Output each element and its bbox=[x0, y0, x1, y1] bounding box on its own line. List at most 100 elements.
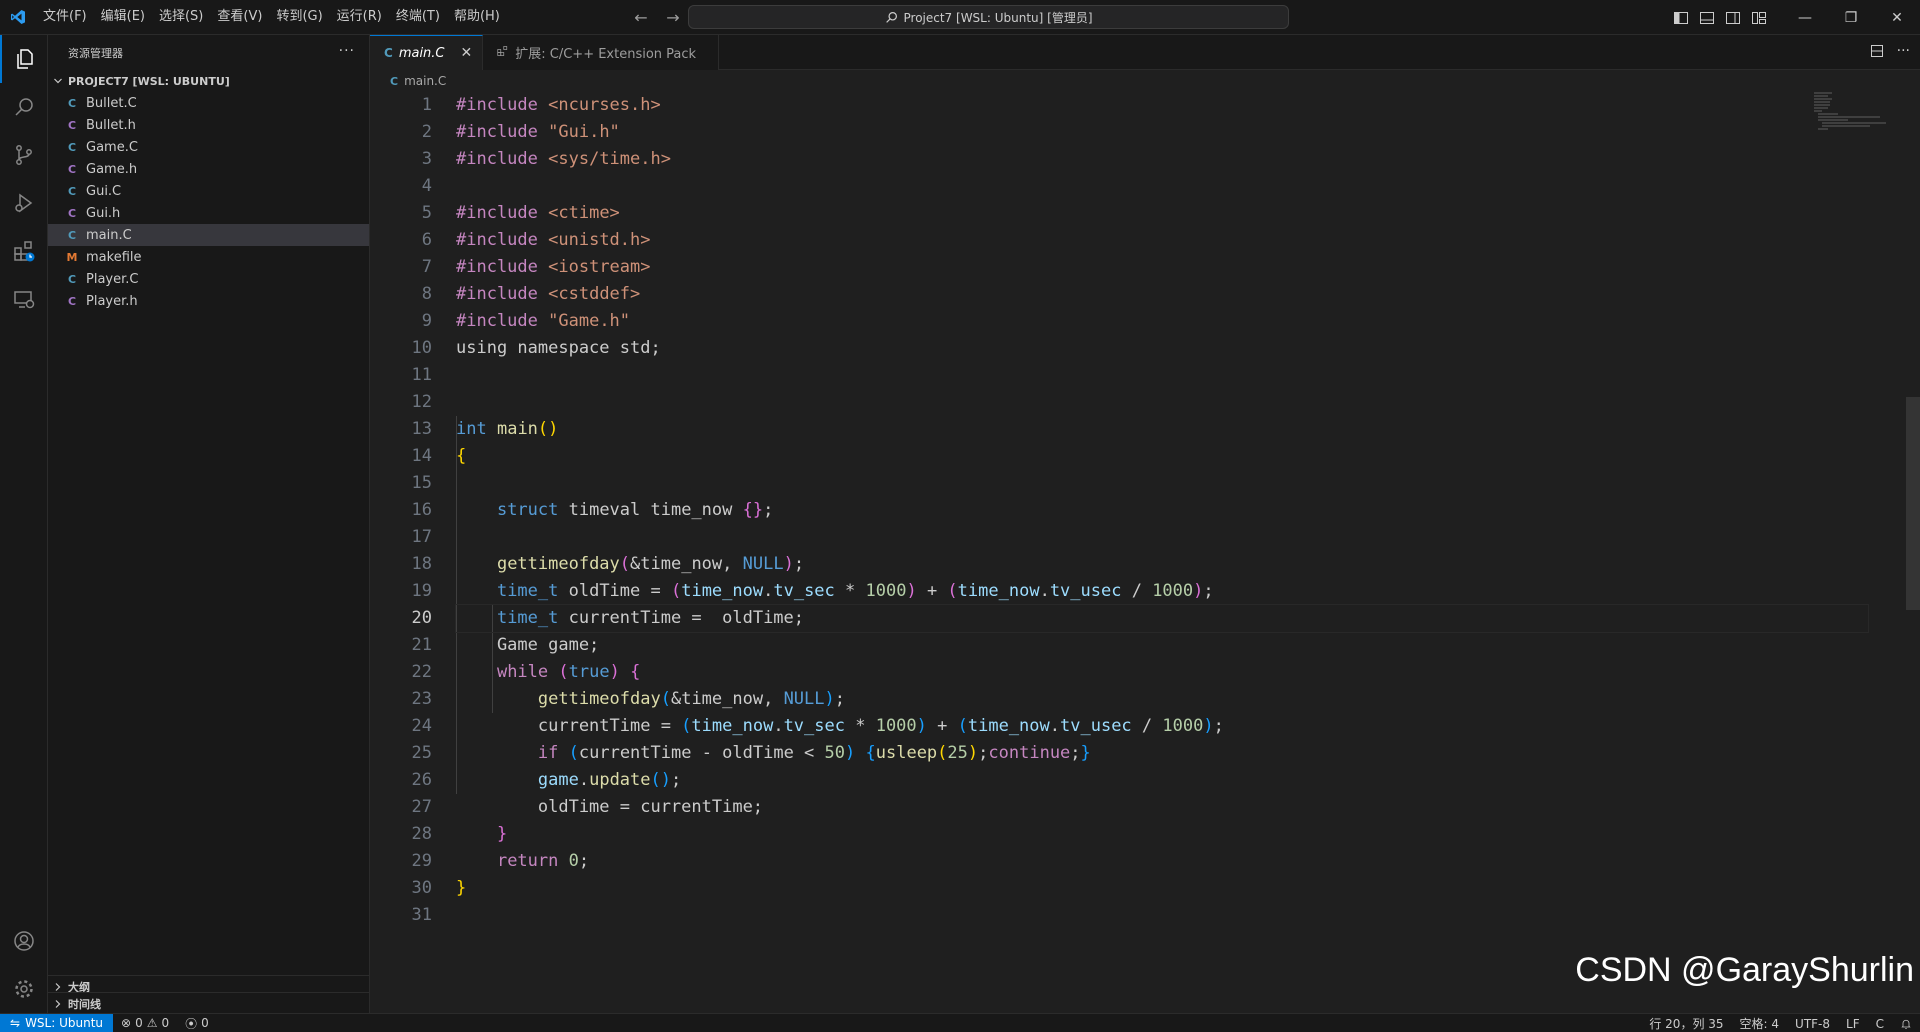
cursor-position[interactable]: 行 20，列 35 bbox=[1641, 1015, 1731, 1032]
toggle-panel-icon[interactable] bbox=[1694, 5, 1720, 31]
code-line-6: #include <unistd.h> bbox=[456, 230, 651, 250]
forward-arrow-icon[interactable]: → bbox=[662, 5, 684, 29]
line-number: 24 bbox=[411, 716, 432, 736]
line-number: 17 bbox=[411, 527, 432, 547]
file-name: Bullet.h bbox=[86, 117, 136, 133]
file-item-game-h[interactable]: C Game.h bbox=[48, 158, 369, 180]
code-editor[interactable]: 1 2 3 4 5 6 7 8 9 10 11 12 13 14 15 16 17 18 19 20 21 22 23 24 2… bbox=[370, 92, 1920, 1013]
tab-label: main.C bbox=[398, 45, 445, 61]
code-line-22: while (true) { bbox=[496, 662, 641, 682]
file-item-player-h[interactable]: C Player.h bbox=[48, 290, 369, 312]
timeline-section[interactable]: 时间线 bbox=[48, 992, 370, 1015]
encoding[interactable]: UTF-8 bbox=[1787, 1017, 1838, 1031]
remote-icon: ⇋ bbox=[10, 1016, 21, 1030]
indentation[interactable]: 空格: 4 bbox=[1732, 1015, 1788, 1032]
close-window-icon[interactable]: ✕ bbox=[1874, 0, 1920, 35]
line-number: 19 bbox=[411, 581, 432, 601]
ports-indicator[interactable]: ⦿ 0 bbox=[177, 1015, 217, 1032]
minimap[interactable] bbox=[1814, 92, 1890, 152]
line-number: 27 bbox=[411, 797, 432, 817]
code-line-2: #include "Gui.h" bbox=[456, 122, 620, 142]
line-number: 3 bbox=[421, 149, 432, 169]
customize-layout-icon[interactable] bbox=[1746, 5, 1772, 31]
file-item-game-c[interactable]: C Game.C bbox=[48, 136, 369, 158]
line-number: 18 bbox=[411, 554, 432, 574]
explorer-icon[interactable] bbox=[0, 35, 48, 83]
back-arrow-icon[interactable]: ← bbox=[630, 5, 652, 29]
scrollbar-thumb[interactable] bbox=[1906, 397, 1920, 610]
file-name: Game.h bbox=[86, 161, 138, 177]
run-debug-icon[interactable] bbox=[0, 179, 48, 227]
file-item-gui-h[interactable]: C Gui.h bbox=[48, 202, 369, 224]
line-number: 4 bbox=[421, 176, 432, 196]
menu-run[interactable]: 运行(R) bbox=[330, 5, 389, 29]
settings-gear-icon[interactable] bbox=[0, 965, 48, 1013]
tab-main-c[interactable]: C main.C ✕ bbox=[370, 35, 484, 70]
editor-area: C main.C ✕ 扩展: C/C++ Extension Pack ··· … bbox=[370, 35, 1920, 1013]
explorer-sidebar: 资源管理器 ··· PROJECT7 [WSL: UBUNTU] C Bullet… bbox=[48, 35, 370, 1013]
split-editor-icon[interactable] bbox=[1869, 43, 1885, 63]
code-line-26: game.update(); bbox=[537, 770, 682, 790]
toggle-secondary-sidebar-icon[interactable] bbox=[1720, 5, 1746, 31]
line-number: 28 bbox=[411, 824, 432, 844]
line-number: 23 bbox=[411, 689, 432, 709]
error-icon: ⊗ bbox=[121, 1016, 132, 1030]
file-item-main-c[interactable]: Cmain.C bbox=[48, 224, 369, 246]
project-folder-header[interactable]: PROJECT7 [WSL: UBUNTU] bbox=[48, 70, 369, 92]
menu-view[interactable]: 查看(V) bbox=[210, 5, 269, 29]
remote-indicator[interactable]: ⇋ WSL: Ubuntu bbox=[0, 1013, 114, 1032]
c-header-file-icon: C bbox=[67, 294, 77, 308]
vertical-scrollbar[interactable] bbox=[1906, 92, 1920, 1013]
notifications-bell-icon[interactable] bbox=[1892, 1018, 1920, 1030]
file-name: Player.h bbox=[86, 293, 138, 309]
file-item-gui-c[interactable]: C Gui.C bbox=[48, 180, 369, 202]
line-number: 1 bbox=[421, 95, 432, 115]
timeline-label: 时间线 bbox=[68, 998, 101, 1011]
file-item-bullet-c[interactable]: C Bullet.C bbox=[48, 92, 369, 114]
extensions-icon[interactable] bbox=[0, 227, 48, 275]
code-line-16: struct timeval time_now {}; bbox=[496, 500, 774, 520]
code-line-28: } bbox=[496, 824, 508, 844]
menu-terminal[interactable]: 终端(T) bbox=[389, 5, 447, 29]
code-line-1: #include <ncurses.h> bbox=[456, 95, 661, 115]
more-actions-icon[interactable]: ··· bbox=[339, 43, 355, 59]
tab-extension-pack[interactable]: 扩展: C/C++ Extension Pack bbox=[483, 35, 720, 70]
file-item-makefile[interactable]: Mmakefile bbox=[48, 246, 369, 268]
minimize-icon[interactable]: — bbox=[1782, 0, 1828, 35]
code-line-23: gettimeofday(&time_now, NULL); bbox=[537, 689, 846, 709]
sidebar-title: 资源管理器 bbox=[68, 46, 123, 60]
menu-help[interactable]: 帮助(H) bbox=[447, 5, 507, 29]
line-number: 26 bbox=[411, 770, 432, 790]
more-actions-icon[interactable]: ··· bbox=[1897, 43, 1910, 63]
end-of-line[interactable]: LF bbox=[1838, 1017, 1868, 1031]
line-number: 21 bbox=[411, 635, 432, 655]
close-icon[interactable]: ✕ bbox=[461, 45, 473, 61]
activity-bar bbox=[0, 35, 48, 1013]
source-control-icon[interactable] bbox=[0, 131, 48, 179]
restore-icon[interactable]: ❐ bbox=[1828, 0, 1874, 35]
c-file-icon: C bbox=[384, 46, 393, 60]
toggle-primary-sidebar-icon[interactable] bbox=[1668, 5, 1694, 31]
c-file-icon: C bbox=[390, 74, 399, 88]
c-header-file-icon: C bbox=[67, 162, 77, 176]
chevron-right-icon bbox=[48, 999, 68, 1009]
command-center[interactable]: Project7 [WSL: Ubuntu] [管理员] bbox=[688, 5, 1289, 29]
problems-indicator[interactable]: ⊗ 0 ⚠ 0 bbox=[113, 1016, 177, 1030]
menu-edit[interactable]: 编辑(E) bbox=[94, 5, 152, 29]
menu-go[interactable]: 转到(G) bbox=[269, 5, 329, 29]
breadcrumb-file[interactable]: main.C bbox=[404, 74, 446, 88]
search-icon bbox=[885, 11, 897, 23]
line-number: 31 bbox=[411, 905, 432, 925]
menu-selection[interactable]: 选择(S) bbox=[152, 5, 210, 29]
c-file-icon: C bbox=[67, 228, 77, 242]
language-mode[interactable]: C bbox=[1868, 1017, 1892, 1031]
extensions-icon bbox=[497, 45, 509, 61]
file-item-player-c[interactable]: C Player.C bbox=[48, 268, 369, 290]
accounts-icon[interactable] bbox=[0, 917, 48, 965]
menu-file[interactable]: 文件(F) bbox=[36, 5, 94, 29]
code-line-10: using namespace std; bbox=[456, 338, 661, 358]
search-icon[interactable] bbox=[0, 83, 48, 131]
remote-explorer-icon[interactable] bbox=[0, 275, 48, 323]
file-item-bullet-h[interactable]: C Bullet.h bbox=[48, 114, 369, 136]
